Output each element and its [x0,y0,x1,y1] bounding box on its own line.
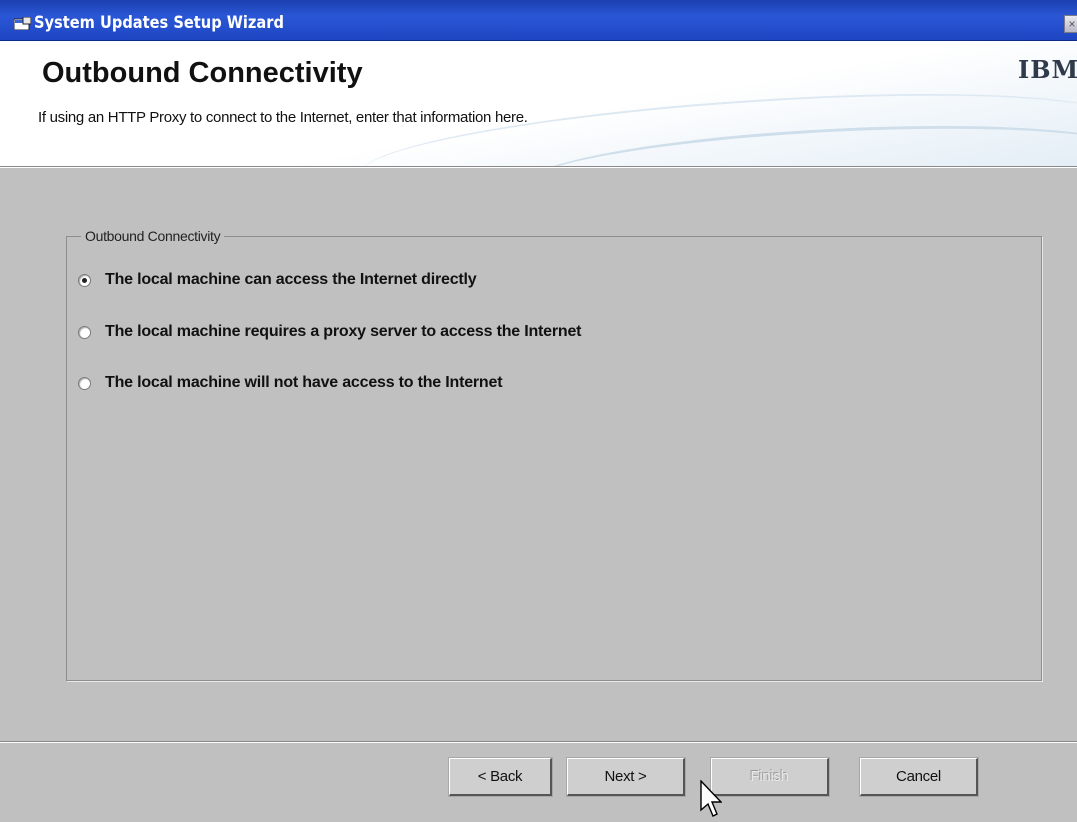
radio-proxy-server[interactable] [78,325,91,339]
close-button[interactable]: × [1064,15,1077,33]
wizard-app-icon [14,17,31,30]
page-subtitle: If using an HTTP Proxy to connect to the… [38,109,528,126]
page-title: Outbound Connectivity [42,57,363,89]
option-label[interactable]: The local machine will not have access t… [105,374,503,392]
radio-no-access[interactable] [78,376,91,390]
window-title: System Updates Setup Wizard [34,13,284,33]
footer-divider [0,741,1077,743]
title-bar[interactable]: System Updates Setup Wizard × [0,0,1077,41]
cancel-button[interactable]: Cancel [859,757,979,797]
finish-button: Finish [710,757,830,797]
connectivity-groupbox: Outbound Connectivity [66,228,1042,681]
back-button[interactable]: < Back [448,757,553,797]
option-no-access[interactable]: The local machine will not have access t… [78,373,503,393]
option-label[interactable]: The local machine can access the Interne… [105,271,477,289]
ibm-logo: IBM [1018,55,1077,84]
wizard-header: Outbound Connectivity If using an HTTP P… [0,41,1077,166]
close-icon: × [1068,17,1076,31]
header-divider [0,166,1077,168]
option-label[interactable]: The local machine requires a proxy serve… [105,323,581,341]
mouse-pointer-icon [700,780,722,817]
radio-direct-access[interactable] [78,273,91,287]
groupbox-legend: Outbound Connectivity [81,228,225,244]
next-button[interactable]: Next > [566,757,686,797]
option-proxy-server[interactable]: The local machine requires a proxy serve… [78,322,581,342]
option-direct-access[interactable]: The local machine can access the Interne… [78,270,477,290]
